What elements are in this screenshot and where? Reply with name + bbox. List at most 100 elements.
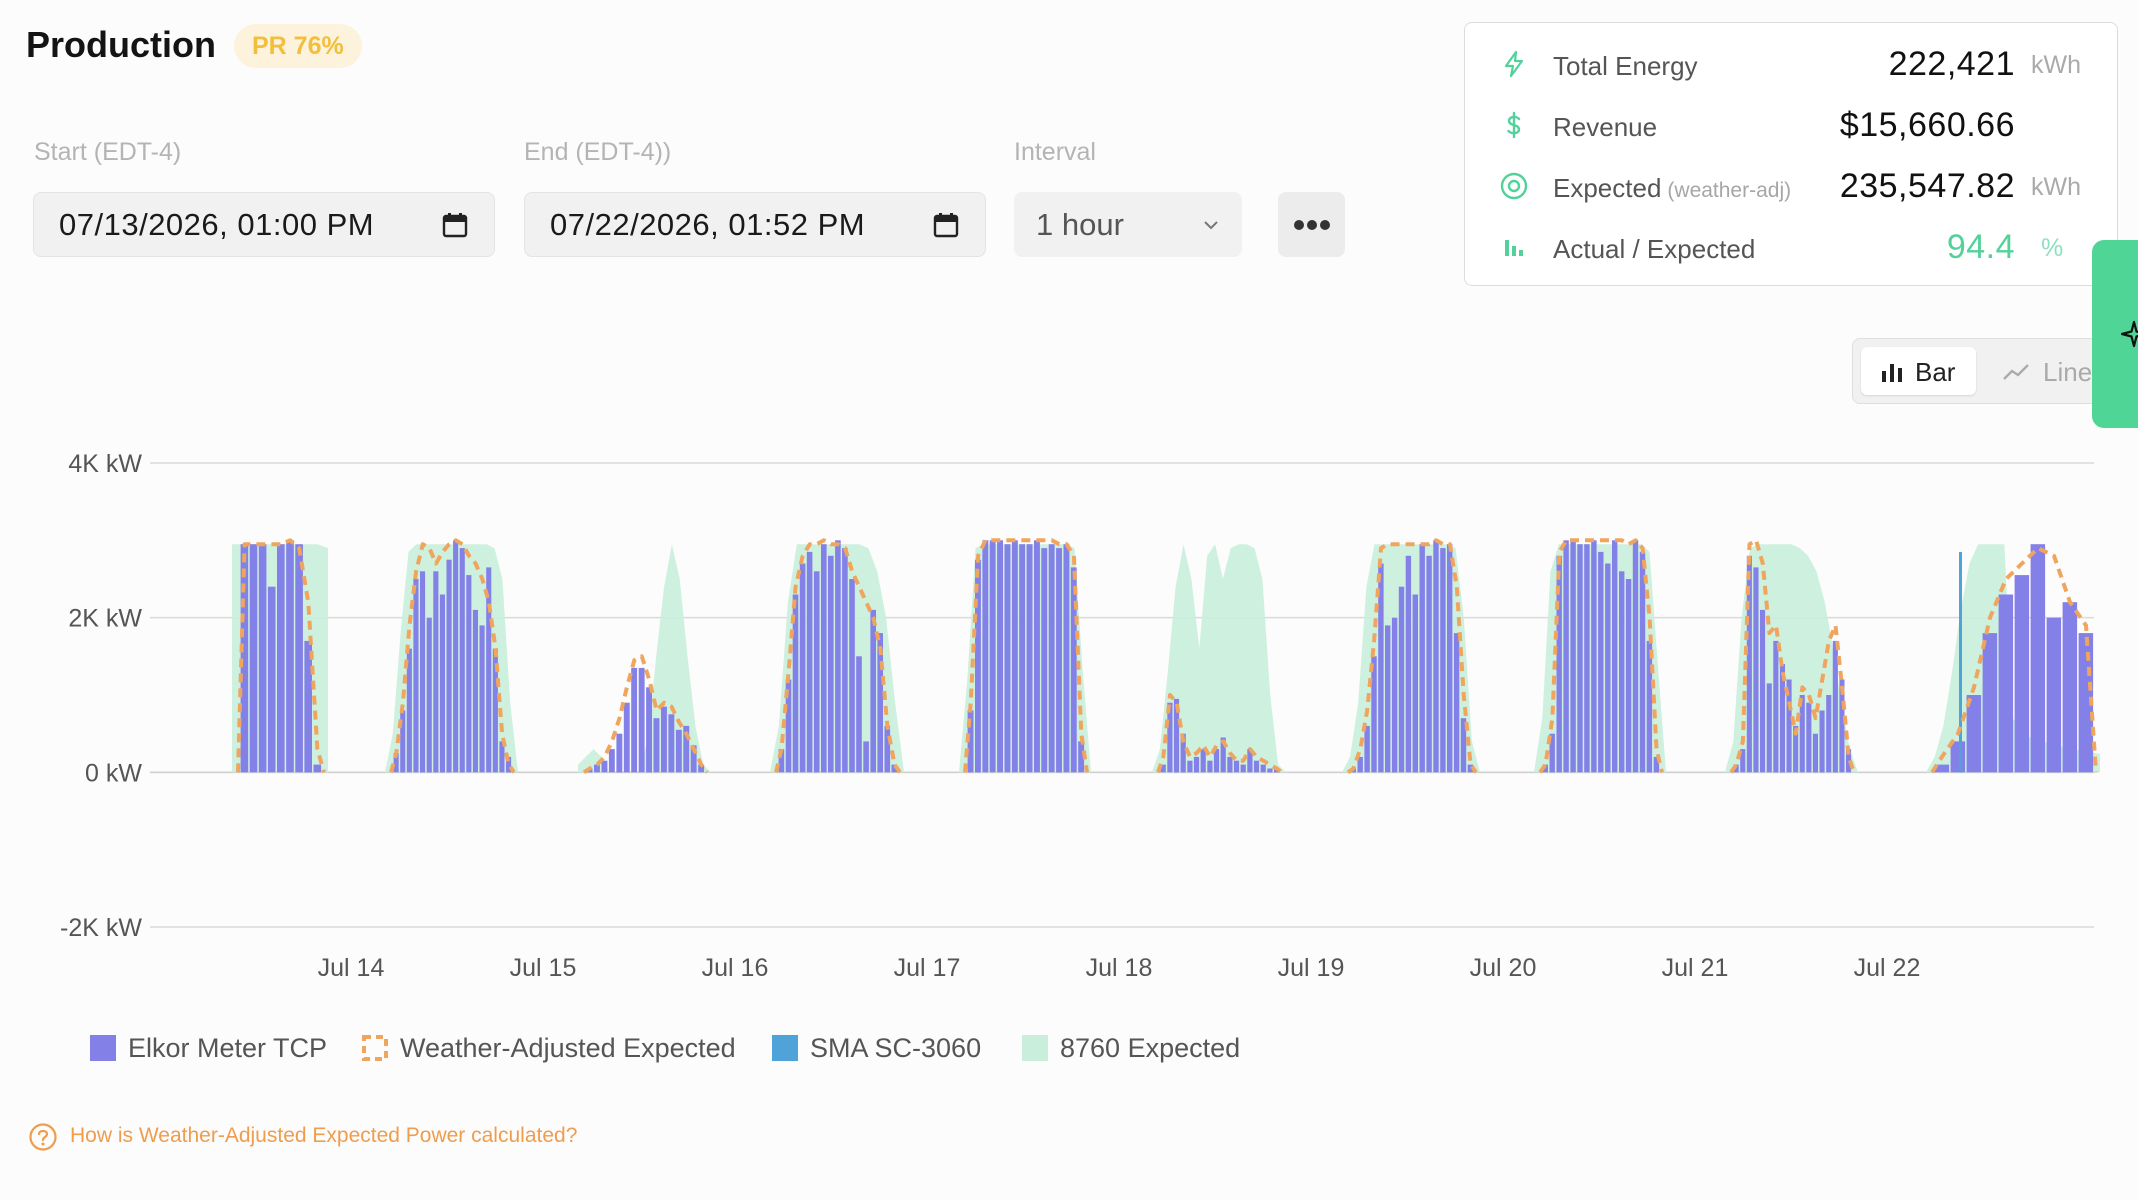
meter-bar bbox=[1412, 594, 1418, 773]
sparkle-icon bbox=[2120, 320, 2138, 348]
meter-bar bbox=[1056, 548, 1062, 773]
meter-bar bbox=[638, 667, 645, 773]
meter-bar bbox=[1605, 563, 1611, 773]
legend-swatch-weather bbox=[362, 1035, 388, 1061]
x-tick-label: Jul 20 bbox=[1470, 954, 1537, 980]
legend-label-8760: 8760 Expected bbox=[1060, 1033, 1241, 1063]
meter-bar bbox=[413, 579, 419, 773]
assistant-tab[interactable] bbox=[2092, 240, 2138, 428]
meter-bar bbox=[1233, 760, 1240, 773]
meter-bar bbox=[439, 594, 445, 773]
meter-bar bbox=[601, 760, 608, 773]
meter-bar bbox=[608, 749, 615, 773]
calendar-icon[interactable] bbox=[442, 212, 468, 238]
meter-bar bbox=[594, 764, 600, 773]
interval-value: 1 hour bbox=[1036, 207, 1124, 242]
meter-bar bbox=[661, 706, 667, 773]
meter-bar bbox=[277, 544, 285, 773]
meter-bar bbox=[1806, 702, 1812, 773]
start-date-input[interactable]: 07/13/2026, 01:00 PM bbox=[33, 192, 495, 257]
meter-bar bbox=[286, 540, 294, 773]
end-date-value: 07/22/2026, 01:52 PM bbox=[550, 207, 866, 242]
meter-bar bbox=[1773, 640, 1779, 773]
meter-bar bbox=[989, 540, 996, 773]
bar-view-button[interactable]: Bar bbox=[1861, 347, 1976, 395]
expected-sublabel: (weather-adj) bbox=[1667, 179, 1792, 202]
meter-bar bbox=[1998, 594, 2014, 773]
more-options-button[interactable] bbox=[1278, 192, 1345, 257]
calendar-icon[interactable] bbox=[933, 212, 959, 238]
expected-unit: kWh bbox=[2031, 173, 2081, 201]
meter-bar bbox=[1070, 567, 1077, 773]
y-tick-label: 4K kW bbox=[68, 450, 142, 478]
meter-bar bbox=[856, 656, 862, 773]
meter-bar bbox=[1950, 741, 1966, 773]
x-tick-label: Jul 18 bbox=[1086, 954, 1153, 980]
meter-bar bbox=[1766, 683, 1772, 773]
target-icon bbox=[1500, 172, 1528, 200]
meter-bar bbox=[1563, 540, 1569, 773]
legend-label-meter: Elkor Meter TCP bbox=[128, 1033, 328, 1063]
meter-bar bbox=[1391, 617, 1398, 773]
meter-bar bbox=[1260, 764, 1266, 773]
line-view-label: Line bbox=[2043, 357, 2093, 387]
meter-bar bbox=[1826, 695, 1832, 773]
meter-bar bbox=[1371, 656, 1377, 773]
meter-bar bbox=[1253, 760, 1260, 773]
x-tick-label: Jul 14 bbox=[318, 954, 385, 980]
y-tick-label: 0 kW bbox=[85, 759, 142, 787]
meter-bar bbox=[1819, 710, 1825, 773]
meter-bar bbox=[1267, 768, 1273, 773]
legend-swatch-meter bbox=[90, 1035, 116, 1061]
meter-bar bbox=[1019, 544, 1026, 773]
start-date-value: 07/13/2026, 01:00 PM bbox=[59, 207, 375, 242]
interval-select[interactable]: 1 hour bbox=[1014, 192, 1242, 257]
bar-chart-icon bbox=[1505, 240, 1523, 256]
bar-chart-icon bbox=[1882, 364, 1902, 382]
production-chart: 4K kW 2K kW 0 kW -2K kW Jul 14 Jul 15 Jul 16 Ju… bbox=[60, 450, 2100, 980]
meter-bar bbox=[997, 540, 1003, 773]
meter-bar bbox=[1405, 555, 1412, 773]
meter-bar bbox=[240, 544, 249, 773]
meter-bar bbox=[258, 544, 267, 773]
meter-bar bbox=[842, 548, 848, 773]
dollar-icon bbox=[1507, 111, 1521, 139]
expected-row: Expected (weather-adj) 235,547.82 kWh bbox=[1465, 161, 2119, 211]
meter-bar bbox=[1207, 760, 1213, 773]
expected-label-text: Expected bbox=[1553, 173, 1662, 203]
meter-bar bbox=[631, 667, 638, 773]
meter-bar bbox=[616, 733, 623, 773]
meter-bar bbox=[821, 544, 827, 773]
meter-bar bbox=[1026, 544, 1033, 773]
chevron-down-icon bbox=[1204, 221, 1218, 230]
meter-bar bbox=[459, 548, 465, 773]
chart-type-toggle[interactable]: Bar Line bbox=[1852, 338, 2112, 404]
end-date-input[interactable]: 07/22/2026, 01:52 PM bbox=[524, 192, 986, 257]
meter-bar bbox=[799, 563, 806, 773]
meter-bar bbox=[313, 764, 322, 773]
meter-bar bbox=[2062, 602, 2078, 773]
bolt-icon bbox=[1504, 50, 1524, 78]
meter-bar bbox=[1632, 540, 1639, 773]
meter-bar bbox=[1419, 544, 1425, 773]
meter-bar bbox=[1982, 633, 1998, 773]
meter-bar bbox=[249, 544, 258, 773]
meter-bar bbox=[813, 571, 820, 773]
meter-bar bbox=[675, 729, 682, 773]
meter-bar bbox=[1433, 540, 1439, 773]
summary-card: Total Energy 222,421 kWh Revenue $15,660… bbox=[1464, 22, 2118, 286]
meter-bar bbox=[1193, 756, 1200, 773]
end-label: End (EDT-4)) bbox=[524, 138, 672, 166]
x-tick-label: Jul 21 bbox=[1662, 954, 1729, 980]
total-energy-unit: kWh bbox=[2031, 51, 2081, 79]
ratio-value: 94.4 bbox=[1946, 228, 2015, 266]
line-chart-icon bbox=[2003, 364, 2029, 380]
meter-bar bbox=[1619, 571, 1625, 773]
x-tick-label: Jul 15 bbox=[510, 954, 577, 980]
meter-bar bbox=[1646, 640, 1653, 773]
revenue-row: Revenue $15,660.66 bbox=[1465, 100, 2119, 150]
meter-bar bbox=[453, 540, 459, 773]
meter-bar bbox=[623, 702, 630, 773]
meter-bar bbox=[420, 571, 426, 773]
interval-label: Interval bbox=[1014, 138, 1096, 166]
